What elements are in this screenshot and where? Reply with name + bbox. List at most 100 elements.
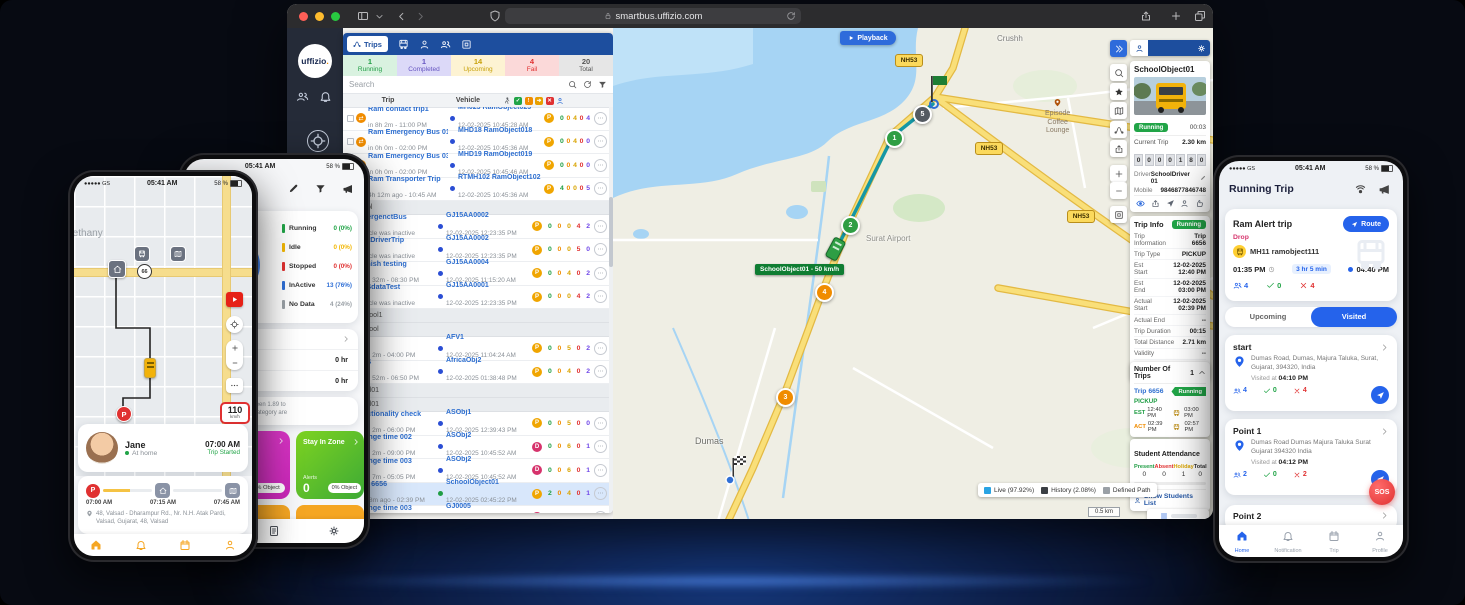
status-stat[interactable]: 20 Total (559, 55, 613, 76)
bus-marker[interactable] (144, 358, 156, 378)
row-menu-icon[interactable]: ⋯ (594, 342, 607, 355)
column-walk-icon[interactable] (503, 97, 511, 105)
home-tab-icon[interactable] (90, 539, 102, 551)
plus-icon[interactable] (231, 344, 239, 352)
zoom-in-button[interactable] (1110, 165, 1127, 182)
tab-upcoming[interactable]: Upcoming (1225, 307, 1311, 327)
trip-row[interactable]: ⇄ change time 003 in 5h 57m - 08:55 PM G… (343, 506, 613, 513)
column-vehicle[interactable]: Vehicle (433, 97, 503, 104)
locate-button[interactable] (226, 316, 243, 333)
stop-marker-1[interactable]: 1 (885, 129, 904, 148)
map-share-button[interactable] (1110, 140, 1127, 157)
vehicle-name-link[interactable]: MH023 RamObject023 (458, 107, 544, 113)
uffizio-logo[interactable]: uffizio. (298, 44, 332, 78)
trip-name-link[interactable]: Ram Emergency Bus 03 (368, 151, 448, 160)
driver-card[interactable]: Jane At home 07:00 AM Trip Started (78, 424, 248, 472)
trip-name-link[interactable]: Ram contact trip1 (368, 107, 448, 113)
status-stat[interactable]: 4 Fail (505, 55, 559, 76)
stop-card[interactable]: start Dumas Road, Dumas, Majura Taluka, … (1225, 335, 1397, 411)
map-route-button[interactable] (1110, 121, 1127, 138)
settings-tab-icon[interactable] (328, 525, 340, 537)
tab-vehicles-icon[interactable] (398, 39, 409, 50)
column-students-icon[interactable] (556, 97, 564, 105)
trip-row[interactable]: ⇄ GPS in 3h 52m - 06:50 PM AfricaObj2 12… (343, 361, 613, 385)
driver-name[interactable]: SchoolDriver 01 (1151, 171, 1198, 185)
reports-tab-icon[interactable] (268, 525, 280, 537)
poi-episode-coffee-lounge[interactable]: EpisodeCoffeeLounge (1045, 98, 1070, 136)
vehicle-name-link[interactable]: AFV1 (446, 334, 532, 343)
legend-item[interactable]: Defined Path (1103, 487, 1151, 494)
column-present-icon[interactable]: ✓ (514, 97, 522, 105)
vehicle-name-link[interactable]: ASObj2 (446, 432, 532, 441)
map-type-button[interactable] (1110, 102, 1127, 119)
map[interactable]: Playback Crushh NH53 NH53 NH53 EpisodeCo… (613, 28, 1213, 519)
zoom-out-button[interactable] (1110, 182, 1127, 199)
parking-marker[interactable]: P (116, 406, 132, 422)
row-checkbox[interactable] (347, 138, 354, 145)
chevron-right-icon[interactable] (1380, 427, 1389, 436)
map-bottom-toolbar[interactable] (1147, 509, 1209, 519)
row-menu-icon[interactable]: ⋯ (594, 440, 607, 453)
minimize-window-button[interactable] (315, 12, 324, 21)
refresh-icon[interactable] (583, 80, 592, 89)
vehicle-name-link[interactable]: AfricaObj2 (446, 357, 532, 366)
column-transfer-icon[interactable]: ➔ (535, 97, 543, 105)
navigate-to-stop-button[interactable] (1371, 386, 1389, 404)
vehicle-name-link[interactable]: MHD18 RamObject018 (458, 127, 544, 136)
stop-marker-5[interactable]: 5 (913, 105, 932, 124)
edit-driver-icon[interactable] (1200, 175, 1206, 181)
vehicle-name-link[interactable]: GJ0005 (446, 503, 532, 512)
vehicle-name-link[interactable]: SchoolObject01 (446, 479, 532, 488)
close-window-button[interactable] (299, 12, 308, 21)
announcement-icon[interactable] (1378, 183, 1391, 196)
driver-icon[interactable] (1180, 199, 1189, 208)
stop-marker-4[interactable]: 4 (815, 283, 834, 302)
users-icon[interactable] (296, 90, 309, 103)
map-favorites-button[interactable] (1110, 83, 1127, 100)
row-checkbox[interactable] (347, 115, 354, 122)
share-icon[interactable] (1151, 199, 1160, 208)
nav-item[interactable]: Profile (1357, 529, 1403, 554)
address-bar[interactable]: smartbus.uffizio.com (505, 8, 801, 24)
map-fullscreen-button[interactable] (1110, 206, 1127, 223)
legend-row[interactable]: Stopped 0 (0%) (282, 257, 352, 276)
row-menu-icon[interactable]: ⋯ (594, 220, 607, 233)
live-video-button[interactable] (226, 292, 243, 307)
notifications-icon[interactable] (319, 90, 332, 103)
trip-number-link[interactable]: Trip 6656 (1134, 388, 1163, 395)
legend-row[interactable]: InActive 13 (76%) (282, 276, 352, 295)
like-icon[interactable] (1195, 199, 1204, 208)
collapse-panel-button[interactable] (1110, 40, 1127, 57)
tab-drivers-icon[interactable] (419, 39, 430, 50)
filter-icon[interactable] (598, 80, 607, 89)
nav-item[interactable]: Notification (1265, 529, 1311, 554)
status-stat[interactable]: 14 Upcoming (451, 55, 505, 76)
status-stat[interactable]: 1 Completed (397, 55, 451, 76)
column-absent-icon[interactable]: ✕ (546, 97, 554, 105)
tab-visited[interactable]: Visited (1311, 307, 1397, 327)
row-menu-icon[interactable]: ⋯ (594, 267, 607, 280)
vehicle-name-link[interactable]: ASObj2 (446, 456, 532, 465)
row-menu-icon[interactable]: ⋯ (594, 487, 607, 500)
route-button[interactable]: Route (1343, 216, 1389, 232)
playback-button[interactable]: Playback (840, 31, 896, 45)
zoom-controls[interactable] (226, 340, 243, 370)
forward-icon[interactable] (415, 11, 426, 22)
search-icon[interactable] (568, 80, 577, 89)
search-input[interactable]: Search (349, 80, 562, 89)
rfid-icon[interactable] (1354, 183, 1367, 196)
share-icon[interactable] (1140, 10, 1152, 22)
tab-trips[interactable]: Trips (347, 36, 388, 52)
bus-stop-marker[interactable] (134, 246, 150, 262)
legend-item[interactable]: History (2.08%) (1041, 487, 1096, 494)
vehicle-name-link[interactable]: MHD19 RamObject019 (458, 151, 544, 160)
nav-item[interactable]: Trip (1311, 529, 1357, 554)
row-menu-icon[interactable]: ⋯ (594, 365, 607, 378)
privacy-shield-icon[interactable] (489, 10, 501, 22)
new-tab-icon[interactable] (1170, 10, 1182, 22)
vehicle-name-link[interactable]: ASObj1 (446, 409, 532, 418)
row-menu-icon[interactable]: ⋯ (594, 243, 607, 256)
stop-marker-2[interactable]: 2 (841, 216, 860, 235)
panel-user-button[interactable] (1130, 40, 1148, 56)
home-marker[interactable] (108, 260, 126, 278)
